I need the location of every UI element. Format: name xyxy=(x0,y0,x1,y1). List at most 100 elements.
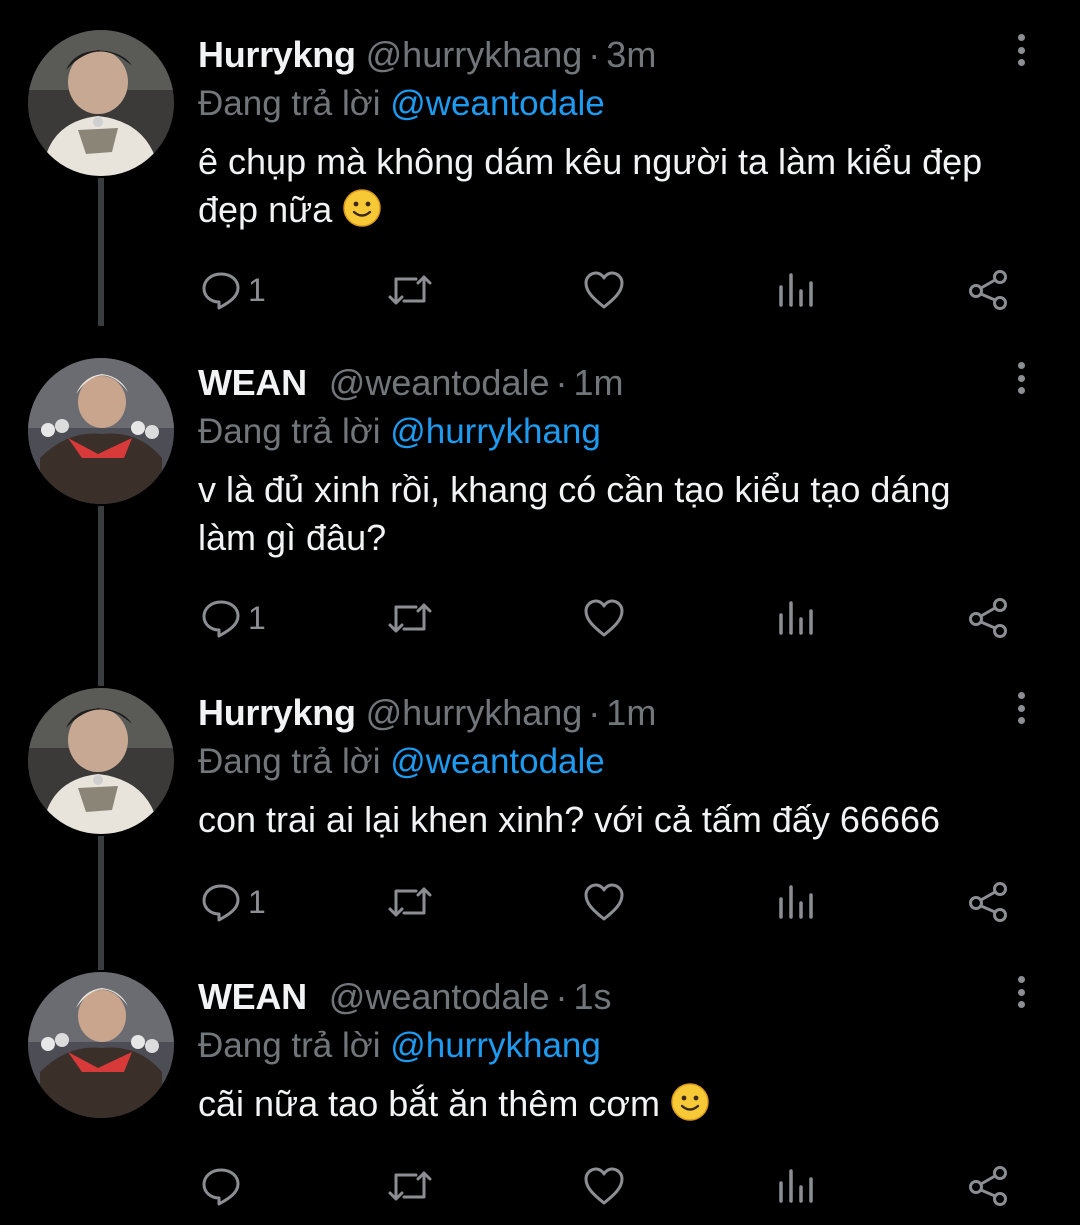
like-button[interactable] xyxy=(582,596,626,640)
tweet-content: WEAN @weantodale · 1m Đang trả lời @hurrykh… xyxy=(198,358,1010,562)
retweet-button[interactable] xyxy=(386,1164,434,1208)
heart-icon xyxy=(584,599,624,637)
user-handle[interactable]: @weantodale xyxy=(329,976,550,1017)
display-name[interactable]: WEAN xyxy=(198,976,307,1017)
tweet-header: WEAN @weantodale · 1s xyxy=(198,972,1010,1022)
heart-icon xyxy=(584,883,624,921)
tweet-text: cãi nữa tao bắt ăn thêm cơm xyxy=(198,1080,1010,1128)
reply-button[interactable]: 1 xyxy=(200,268,266,312)
retweet-button[interactable] xyxy=(386,596,434,640)
more-options-icon[interactable] xyxy=(1006,972,1036,1012)
views-button[interactable] xyxy=(776,880,816,924)
comment-icon xyxy=(202,1168,240,1206)
tweet-content: Hurrykng @hurrykhang · 1m Đang trả lời @wea… xyxy=(198,688,1010,844)
more-options-icon[interactable] xyxy=(1006,688,1036,728)
share-button[interactable] xyxy=(966,268,1010,312)
user-handle[interactable]: @hurrykhang xyxy=(366,34,583,75)
share-icon xyxy=(969,1166,1007,1206)
avatar[interactable] xyxy=(28,358,174,504)
timestamp[interactable]: 3m xyxy=(606,34,656,75)
like-button[interactable] xyxy=(582,1164,626,1208)
tweet-header: Hurrykng @hurrykhang · 1m xyxy=(198,688,1010,738)
tweet-actions: 1 xyxy=(198,596,1018,640)
slightly-smiling-face-icon xyxy=(343,189,381,227)
tweet-header: WEAN @weantodale · 1m xyxy=(198,358,1010,408)
thread-line xyxy=(98,178,104,326)
slightly-smiling-face-icon xyxy=(671,1083,709,1121)
user-handle[interactable]: @weantodale xyxy=(329,362,550,403)
reply-mention[interactable]: @weantodale xyxy=(390,84,605,123)
display-name[interactable]: WEAN xyxy=(198,362,307,403)
tweet-header: Hurrykng @hurrykhang · 3m xyxy=(198,30,1010,80)
views-button[interactable] xyxy=(776,268,816,312)
tweet-content: Hurrykng @hurrykhang · 3m Đang trả lời @wea… xyxy=(198,30,1010,234)
analytics-icon xyxy=(779,601,813,635)
comment-icon xyxy=(202,884,240,922)
retweet-button[interactable] xyxy=(386,268,434,312)
reply-mention[interactable]: @weantodale xyxy=(390,742,605,781)
comment-icon xyxy=(202,272,240,310)
more-options-icon[interactable] xyxy=(1006,358,1036,398)
user-handle[interactable]: @hurrykhang xyxy=(366,692,583,733)
analytics-icon xyxy=(779,885,813,919)
replying-prefix: Đang trả lời xyxy=(198,84,381,123)
share-icon xyxy=(969,598,1007,638)
tweet-actions: 1 xyxy=(198,268,1018,312)
display-name[interactable]: Hurrykng xyxy=(198,34,356,75)
tweet-body: cãi nữa tao bắt ăn thêm cơm xyxy=(198,1083,660,1124)
retweet-icon xyxy=(388,603,432,633)
tweet-actions: 1 xyxy=(198,880,1018,924)
share-button[interactable] xyxy=(966,596,1010,640)
like-button[interactable] xyxy=(582,880,626,924)
replying-prefix: Đang trả lời xyxy=(198,742,381,781)
conversation-thread: Hurrykng @hurrykhang · 3m Đang trả lời @wea… xyxy=(0,0,1080,1225)
tweet-content: WEAN @weantodale · 1s Đang trả lời @hurrykh… xyxy=(198,972,1010,1128)
avatar[interactable] xyxy=(28,30,174,176)
replying-to: Đang trả lời @weantodale xyxy=(198,80,1010,128)
like-button[interactable] xyxy=(582,268,626,312)
share-icon xyxy=(969,882,1007,922)
share-button[interactable] xyxy=(966,1164,1010,1208)
separator: · xyxy=(555,976,568,1017)
heart-icon xyxy=(584,1167,624,1205)
tweet-text: v là đủ xinh rồi, khang có cần tạo kiểu … xyxy=(198,466,1010,562)
replying-prefix: Đang trả lời xyxy=(198,1026,381,1065)
timestamp[interactable]: 1m xyxy=(574,362,624,403)
display-name[interactable]: Hurrykng xyxy=(198,692,356,733)
reply-button[interactable]: 1 xyxy=(200,880,266,924)
reply-button[interactable]: 1 xyxy=(200,596,266,640)
analytics-icon xyxy=(779,273,813,307)
timestamp[interactable]: 1s xyxy=(574,976,612,1017)
tweet-body: v là đủ xinh rồi, khang có cần tạo kiểu … xyxy=(198,469,951,558)
retweet-icon xyxy=(388,275,432,305)
separator: · xyxy=(588,692,601,733)
replying-to: Đang trả lời @weantodale xyxy=(198,738,1010,786)
reply-mention[interactable]: @hurrykhang xyxy=(390,412,601,451)
more-options-icon[interactable] xyxy=(1006,30,1036,70)
tweet-actions xyxy=(198,1164,1018,1208)
thread-line xyxy=(98,836,104,970)
reply-mention[interactable]: @hurrykhang xyxy=(390,1026,601,1065)
retweet-button[interactable] xyxy=(386,880,434,924)
reply-count: 1 xyxy=(248,883,266,920)
thread-line xyxy=(98,506,104,686)
tweet-text: con trai ai lại khen xinh? với cả tấm đấ… xyxy=(198,796,1010,844)
avatar[interactable] xyxy=(28,972,174,1118)
comment-icon xyxy=(202,600,240,638)
heart-icon xyxy=(584,271,624,309)
timestamp[interactable]: 1m xyxy=(606,692,656,733)
views-button[interactable] xyxy=(776,596,816,640)
avatar[interactable] xyxy=(28,688,174,834)
retweet-icon xyxy=(388,887,432,917)
analytics-icon xyxy=(779,1169,813,1203)
replying-to: Đang trả lời @hurrykhang xyxy=(198,408,1010,456)
tweet-text: ê chụp mà không dám kêu người ta làm kiể… xyxy=(198,138,1010,234)
retweet-icon xyxy=(388,1171,432,1201)
reply-button[interactable] xyxy=(200,1164,248,1208)
replying-to: Đang trả lời @hurrykhang xyxy=(198,1022,1010,1070)
tweet-body: ê chụp mà không dám kêu người ta làm kiể… xyxy=(198,141,983,230)
separator: · xyxy=(555,362,568,403)
share-button[interactable] xyxy=(966,880,1010,924)
tweet-body: con trai ai lại khen xinh? với cả tấm đấ… xyxy=(198,799,941,840)
views-button[interactable] xyxy=(776,1164,816,1208)
